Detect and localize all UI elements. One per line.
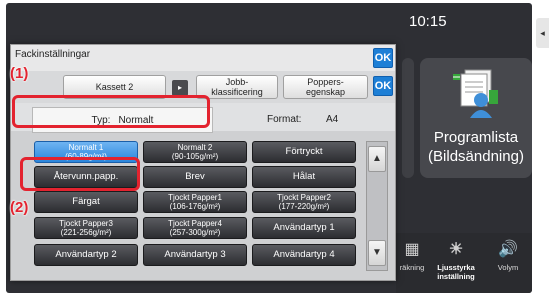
home-bottom-bar: ▦ räkning ☀ Ljusstyrka inställning 🔊 Vol… [396, 233, 532, 293]
background-tile [402, 58, 414, 178]
program-list-icon [453, 69, 498, 118]
volume-label: Volym [497, 263, 519, 272]
paper-type-scroll: ▲ ▼ [366, 141, 388, 271]
paper-type-weight: (106-176g/m²) [169, 202, 221, 211]
scroll-down-button[interactable]: ▼ [368, 240, 386, 266]
program-list-subtitle: (Bildsändning) [428, 148, 524, 165]
paper-type-name: Användartyp 3 [164, 249, 226, 260]
format-value: A4 [326, 114, 339, 125]
paper-type-name: Normalt 1 [68, 143, 104, 152]
format-label: Format: [267, 114, 302, 125]
paper-type-name: Tjockt Papper2 [277, 193, 331, 202]
paper-type-button[interactable]: Brev [143, 166, 247, 188]
dialog-header: Fackinställningar OK [11, 45, 395, 71]
program-list-label: Programlista (Bildsändning) [420, 128, 532, 166]
paper-type-name: Normalt 2 [177, 143, 213, 152]
paper-type-button[interactable]: Tjockt Papper2 (177-220g/m²) [252, 191, 356, 213]
counter-icon: ▦ [404, 241, 420, 258]
tray-next-arrow-icon[interactable]: ▸ [172, 80, 188, 96]
paper-type-button[interactable]: Användartyp 3 [143, 244, 247, 266]
dialog-ok-button[interactable]: OK [373, 48, 393, 68]
paper-type-weight: (177-220g/m²) [278, 202, 330, 211]
paper-type-button[interactable]: Användartyp 1 [252, 217, 356, 239]
volume-icon: 🔊 [498, 241, 518, 258]
paper-type-name: Tjockt Papper1 [168, 193, 222, 202]
paper-type-button[interactable]: Hålat [252, 166, 356, 188]
program-list-title: Programlista [433, 129, 519, 146]
paper-type-button[interactable]: Användartyp 4 [252, 244, 356, 266]
tabrow-ok-button[interactable]: OK [373, 76, 393, 96]
brightness-label: Ljusstyrka inställning [437, 263, 475, 281]
paper-type-name: Färgat [72, 196, 100, 207]
paper-type-name: Användartyp 4 [273, 249, 335, 260]
dialog-title: Fackinställningar [15, 49, 91, 60]
paper-type-name: Hålat [292, 171, 316, 182]
paper-type-button[interactable]: Tjockt Papper4 (257-300g/m²) [143, 217, 247, 239]
scroll-up-button[interactable]: ▲ [368, 146, 386, 172]
paper-type-button[interactable]: Förtryckt [252, 141, 356, 163]
paper-type-name: Tjockt Papper3 [59, 219, 113, 228]
callout-box-recycled [20, 157, 140, 191]
job-classification-tab[interactable]: Jobb- klassificering [196, 75, 278, 99]
clock: 10:15 [409, 13, 447, 30]
paper-type-name: Brev [185, 171, 205, 182]
paper-property-tab[interactable]: Poppers- egenskap [283, 75, 368, 99]
brightness-icon: ☀ [448, 241, 464, 258]
paper-type-button[interactable]: Tjockt Papper1 (106-176g/m²) [143, 191, 247, 213]
program-list-tile[interactable]: Programlista (Bildsändning) [420, 58, 532, 178]
touch-screen: 10:15 Programlista (Bildsändning) ▦ räkn… [6, 3, 532, 293]
callout-one: (1) [10, 65, 29, 82]
paper-type-button[interactable]: Användartyp 2 [34, 244, 138, 266]
paper-type-name: Användartyp 2 [55, 249, 117, 260]
side-panel-tab[interactable]: ◂ [536, 18, 549, 48]
callout-box-type [12, 95, 210, 128]
counter-label: räkning [399, 263, 425, 272]
paper-type-button[interactable]: Tjockt Papper3 (221-256g/m²) [34, 217, 138, 239]
paper-type-name: Tjockt Papper4 [168, 219, 222, 228]
callout-two: (2) [10, 199, 29, 216]
counter-button[interactable]: ▦ räkning [396, 233, 428, 293]
paper-type-button[interactable]: Normalt 2 (90-105g/m²) [143, 141, 247, 163]
paper-type-button[interactable]: Färgat [34, 191, 138, 213]
paper-type-weight: (257-300g/m²) [169, 228, 221, 237]
paper-type-weight: (221-256g/m²) [60, 228, 112, 237]
volume-button[interactable]: 🔊 Volym [488, 233, 528, 293]
paper-type-name: Förtryckt [285, 146, 323, 157]
paper-type-weight: (90-105g/m²) [171, 152, 219, 161]
paper-type-name: Användartyp 1 [273, 222, 335, 233]
device-frame: 10:15 Programlista (Bildsändning) ▦ räkn… [0, 0, 549, 296]
brightness-button[interactable]: ☀ Ljusstyrka inställning [430, 233, 482, 293]
